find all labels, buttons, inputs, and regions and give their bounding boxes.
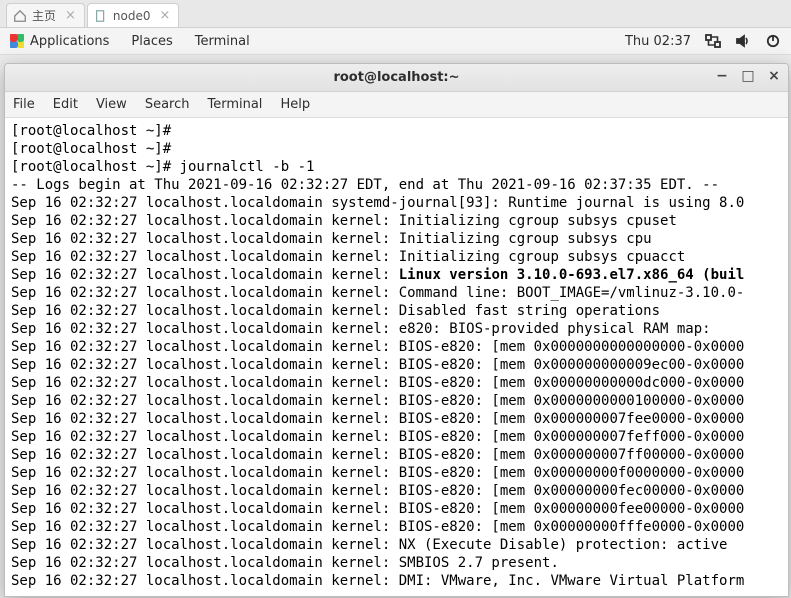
tab-close-icon[interactable]: × <box>160 8 171 23</box>
volume-icon[interactable] <box>735 33 751 49</box>
menu-view[interactable]: View <box>96 97 127 112</box>
terminal-line: Sep 16 02:32:27 localhost.localdomain ke… <box>11 392 782 410</box>
home-icon <box>13 9 27 23</box>
terminal-window: root@localhost:~ − □ × File Edit View Se… <box>4 63 789 597</box>
clock[interactable]: Thu 02:37 <box>625 34 691 49</box>
terminal-menu[interactable]: Terminal <box>195 34 250 49</box>
terminal-line: Sep 16 02:32:27 localhost.localdomain ke… <box>11 536 782 554</box>
places-menu[interactable]: Places <box>131 34 172 49</box>
terminal-line: Sep 16 02:32:27 localhost.localdomain ke… <box>11 338 782 356</box>
terminal-line: -- Logs begin at Thu 2021-09-16 02:32:27… <box>11 176 782 194</box>
terminal-line: [root@localhost ~]# journalctl -b -1 <box>11 158 782 176</box>
terminal-line: [root@localhost ~]# <box>11 140 782 158</box>
tab-node0[interactable]: node0 × <box>87 3 180 27</box>
file-icon <box>94 9 108 23</box>
terminal-line: Sep 16 02:32:27 localhost.localdomain ke… <box>11 374 782 392</box>
terminal-line: Sep 16 02:32:27 localhost.localdomain ke… <box>11 572 782 590</box>
window-titlebar[interactable]: root@localhost:~ − □ × <box>5 64 788 92</box>
terminal-line: Sep 16 02:32:27 localhost.localdomain ke… <box>11 428 782 446</box>
network-icon[interactable] <box>705 33 721 49</box>
terminal-line: Sep 16 02:32:27 localhost.localdomain ke… <box>11 356 782 374</box>
terminal-output[interactable]: [root@localhost ~]# [root@localhost ~]# … <box>5 118 788 596</box>
terminal-line: Sep 16 02:32:27 localhost.localdomain ke… <box>11 500 782 518</box>
menu-help[interactable]: Help <box>280 97 310 112</box>
tab-close-icon[interactable]: × <box>65 8 76 23</box>
vm-tabstrip: 主页 × node0 × <box>0 0 791 28</box>
terminal-line: Sep 16 02:32:27 localhost.localdomain ke… <box>11 230 782 248</box>
terminal-line: Sep 16 02:32:27 localhost.localdomain ke… <box>11 284 782 302</box>
tab-label: 主页 <box>32 7 56 24</box>
menu-edit[interactable]: Edit <box>53 97 78 112</box>
minimize-button[interactable]: − <box>714 68 730 84</box>
terminal-line: Sep 16 02:32:27 localhost.localdomain ke… <box>11 446 782 464</box>
applications-menu[interactable]: Applications <box>10 34 109 49</box>
terminal-line: Sep 16 02:32:27 localhost.localdomain ke… <box>11 482 782 500</box>
tab-home[interactable]: 主页 × <box>6 3 85 27</box>
terminal-line: [root@localhost ~]# <box>11 122 782 140</box>
terminal-line: Sep 16 02:32:27 localhost.localdomain ke… <box>11 266 782 284</box>
menu-file[interactable]: File <box>13 97 35 112</box>
window-title: root@localhost:~ <box>333 70 459 85</box>
menu-search[interactable]: Search <box>145 97 190 112</box>
terminal-line: Sep 16 02:32:27 localhost.localdomain ke… <box>11 554 782 572</box>
terminal-line: Sep 16 02:32:27 localhost.localdomain ke… <box>11 410 782 428</box>
desktop-panel: Applications Places Terminal Thu 02:37 <box>0 28 791 55</box>
tab-label: node0 <box>113 9 151 23</box>
terminal-menubar: File Edit View Search Terminal Help <box>5 92 788 118</box>
terminal-line: Sep 16 02:32:27 localhost.localdomain ke… <box>11 518 782 536</box>
terminal-line: Sep 16 02:32:27 localhost.localdomain ke… <box>11 302 782 320</box>
applications-icon <box>10 34 24 48</box>
close-button[interactable]: × <box>766 68 782 84</box>
power-icon[interactable] <box>765 33 781 49</box>
terminal-line: Sep 16 02:32:27 localhost.localdomain ke… <box>11 212 782 230</box>
terminal-line: Sep 16 02:32:27 localhost.localdomain sy… <box>11 194 782 212</box>
menu-terminal[interactable]: Terminal <box>207 97 262 112</box>
terminal-line: Sep 16 02:32:27 localhost.localdomain ke… <box>11 464 782 482</box>
maximize-button[interactable]: □ <box>740 68 756 84</box>
terminal-line: Sep 16 02:32:27 localhost.localdomain ke… <box>11 248 782 266</box>
terminal-line: Sep 16 02:32:27 localhost.localdomain ke… <box>11 320 782 338</box>
